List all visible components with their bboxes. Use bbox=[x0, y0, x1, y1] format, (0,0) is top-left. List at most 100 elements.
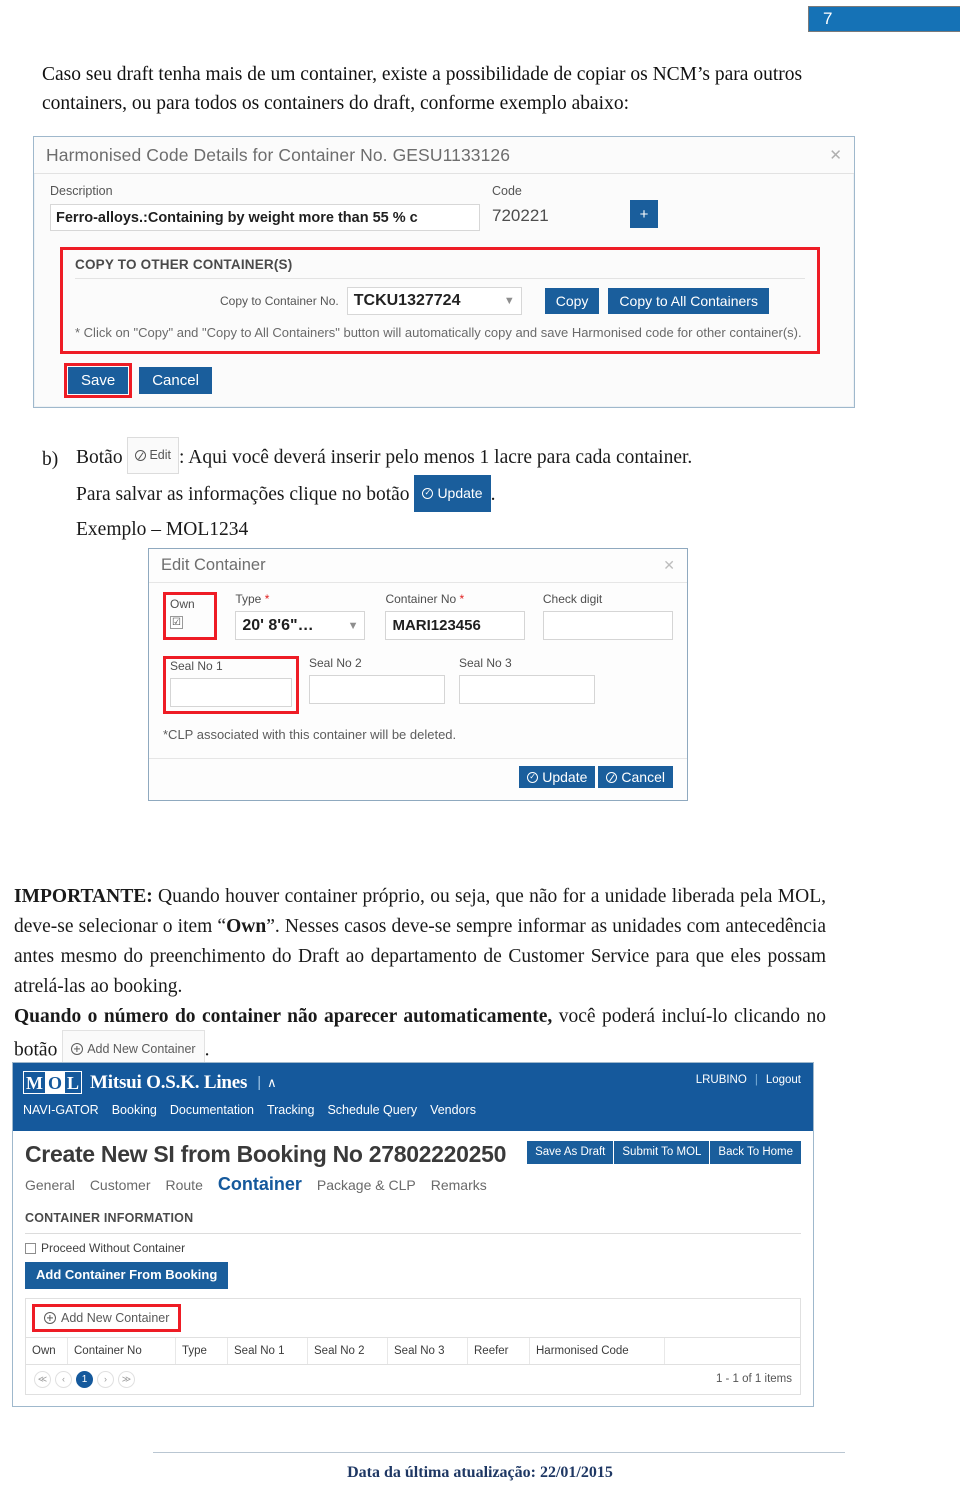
close-icon[interactable]: ✕ bbox=[663, 557, 675, 574]
tab-customer[interactable]: Customer bbox=[90, 1177, 151, 1193]
add-new-container-label: Add New Container bbox=[87, 1042, 196, 1056]
nav-item-vendors[interactable]: Vendors bbox=[430, 1103, 476, 1117]
grid-pager: ≪ ‹ 1 › ≫ 1 - 1 of 1 items bbox=[26, 1363, 800, 1394]
tab-package-clp[interactable]: Package & CLP bbox=[317, 1177, 416, 1193]
tab-remarks[interactable]: Remarks bbox=[431, 1177, 487, 1193]
container-grid: Add New Container Own Container No Type … bbox=[25, 1297, 801, 1395]
required-asterisk: * bbox=[264, 592, 270, 606]
tab-general[interactable]: General bbox=[25, 1177, 75, 1193]
logout-link[interactable]: Logout bbox=[766, 1074, 801, 1086]
add-container-from-booking-row: Add Container From Booking bbox=[25, 1262, 801, 1289]
container-no-field-group: Container No * MARI123456 bbox=[385, 592, 525, 640]
own-label: Own bbox=[170, 597, 195, 611]
check-digit-field-group: Check digit bbox=[542, 592, 673, 640]
close-icon[interactable]: ✕ bbox=[829, 146, 842, 164]
seal-no-1-input[interactable] bbox=[170, 678, 292, 707]
paragraph-b: b) Botão Edit : Aqui você deverá inserir… bbox=[42, 437, 832, 545]
container-no-input[interactable]: MARI123456 bbox=[385, 611, 525, 640]
pager-last-button[interactable]: ≫ bbox=[118, 1370, 135, 1388]
proceed-without-container-row[interactable]: Proceed Without Container bbox=[25, 1241, 801, 1255]
save-as-draft-button[interactable]: Save As Draft bbox=[526, 1141, 614, 1165]
plus-circle-icon bbox=[44, 1311, 56, 1324]
submit-to-mol-button[interactable]: Submit To MOL bbox=[613, 1141, 710, 1165]
own-field-group: Own ☑ bbox=[166, 595, 214, 634]
edit-button-inline[interactable]: Edit bbox=[127, 437, 180, 474]
description-input[interactable]: Ferro-alloys.:Containing by weight more … bbox=[50, 204, 480, 231]
add-container-from-booking-button[interactable]: Add Container From Booking bbox=[25, 1262, 229, 1289]
importante-paragraph: IMPORTANTE: Quando houver container próp… bbox=[14, 882, 826, 1070]
cancel-button[interactable]: Cancel bbox=[139, 367, 212, 395]
add-new-container-button[interactable]: Add New Container bbox=[35, 1306, 179, 1329]
grid-header-row: Own Container No Type Seal No 1 Seal No … bbox=[26, 1336, 800, 1364]
type-select[interactable]: 20' 8'6"… ▼ bbox=[235, 611, 366, 640]
update-button-inline[interactable]: Update bbox=[414, 475, 491, 512]
seal-no-1-highlight: Seal No 1 bbox=[163, 656, 299, 714]
column-header-type[interactable]: Type bbox=[176, 1337, 228, 1364]
seal-no-3-input[interactable] bbox=[459, 675, 595, 704]
add-new-container-label: Add New Container bbox=[61, 1310, 170, 1325]
code-value: 720221 bbox=[492, 206, 549, 225]
check-digit-label: Check digit bbox=[542, 592, 603, 606]
column-header-seal-no-1[interactable]: Seal No 1 bbox=[228, 1337, 308, 1364]
user-divider: | bbox=[754, 1074, 758, 1086]
column-header-own[interactable]: Own bbox=[26, 1337, 68, 1364]
seal-no-2-input[interactable] bbox=[309, 675, 445, 704]
copy-to-other-containers-section: COPY TO OTHER CONTAINER(S) Copy to Conta… bbox=[60, 247, 820, 354]
pager-prev-button[interactable]: ‹ bbox=[55, 1370, 72, 1388]
container-information-heading: CONTAINER INFORMATION bbox=[25, 1211, 194, 1225]
dialog-footer: Save Cancel bbox=[64, 363, 838, 399]
app-main: Create New SI from Booking No 2780222025… bbox=[13, 1131, 813, 1395]
page-number: 7 bbox=[823, 9, 833, 28]
pager-first-button[interactable]: ≪ bbox=[34, 1370, 51, 1388]
pager-page-1[interactable]: 1 bbox=[76, 1370, 93, 1388]
nav-item-schedule-query[interactable]: Schedule Query bbox=[327, 1103, 417, 1117]
code-field-group: Code 720221 bbox=[480, 184, 630, 226]
cancel-button[interactable]: Cancel bbox=[598, 766, 673, 788]
copy-controls-row: Copy to Container No. TCKU1327724 ▼ Copy… bbox=[75, 287, 805, 315]
list-marker-b: b) bbox=[42, 449, 59, 470]
page-title: Create New SI from Booking No 2780222025… bbox=[25, 1141, 507, 1167]
container-no-label: Container No * bbox=[385, 592, 465, 606]
add-code-button[interactable]: + bbox=[630, 200, 658, 228]
logo-letter-m: M bbox=[26, 1072, 43, 1093]
copy-to-container-select[interactable]: TCKU1327724 ▼ bbox=[346, 287, 522, 315]
own-checkbox[interactable]: ☑ bbox=[170, 616, 183, 629]
paragraph-b-line1: Botão Edit : Aqui você deverá inserir pe… bbox=[76, 437, 832, 477]
nav-item-tracking[interactable]: Tracking bbox=[267, 1103, 314, 1117]
save-button[interactable]: Save bbox=[68, 367, 129, 395]
edit-button-label: Edit bbox=[149, 448, 172, 462]
page-actions: Save As Draft Submit To MOL Back To Home bbox=[526, 1141, 801, 1165]
back-to-home-button[interactable]: Back To Home bbox=[709, 1141, 801, 1165]
copy-to-all-containers-button[interactable]: Copy to All Containers bbox=[608, 287, 769, 315]
type-label: Type * bbox=[235, 592, 270, 606]
mol-logo: M O L bbox=[23, 1071, 83, 1094]
nav-item-booking[interactable]: Booking bbox=[112, 1103, 157, 1117]
column-header-seal-no-3[interactable]: Seal No 3 bbox=[388, 1337, 468, 1364]
update-check-icon bbox=[422, 487, 434, 499]
update-button[interactable]: Update bbox=[519, 766, 596, 788]
copy-button[interactable]: Copy bbox=[544, 287, 600, 315]
nav-item-documentation[interactable]: Documentation bbox=[170, 1103, 254, 1117]
chevron-up-icon[interactable]: ∧ bbox=[267, 1075, 277, 1091]
column-header-container-no[interactable]: Container No bbox=[68, 1337, 176, 1364]
paragraph-b-text1: : Aqui você deverá inserir pelo menos 1 … bbox=[179, 446, 693, 468]
logo-letter-o: O bbox=[45, 1072, 66, 1093]
dialog-body: Description Ferro-alloys.:Containing by … bbox=[34, 174, 854, 399]
dialog-titlebar: Harmonised Code Details for Container No… bbox=[34, 137, 854, 174]
chevron-down-icon: ▼ bbox=[503, 295, 515, 307]
column-header-actions bbox=[665, 1338, 800, 1364]
pager-next-button[interactable]: › bbox=[97, 1370, 114, 1388]
column-header-harmonised-code[interactable]: Harmonised Code bbox=[530, 1337, 665, 1364]
column-header-seal-no-2[interactable]: Seal No 2 bbox=[308, 1337, 388, 1364]
footer-text: Data da última atualização: 22/01/2015 bbox=[347, 1464, 613, 1481]
tab-route[interactable]: Route bbox=[166, 1177, 203, 1193]
importante-text-bold-2: Quando o número do container não aparece… bbox=[14, 1006, 553, 1027]
description-label: Description bbox=[50, 184, 113, 198]
column-header-reefer[interactable]: Reefer bbox=[468, 1337, 530, 1364]
proceed-without-container-checkbox[interactable] bbox=[25, 1242, 36, 1254]
seal-fields-row: Seal No 1 Seal No 2 Seal No 3 bbox=[163, 656, 673, 714]
tab-container[interactable]: Container bbox=[218, 1174, 302, 1195]
check-digit-input[interactable] bbox=[542, 611, 673, 640]
page-number-badge: 7 bbox=[808, 6, 960, 32]
nav-item-navi-gator[interactable]: NAVI-GATOR bbox=[23, 1103, 99, 1117]
